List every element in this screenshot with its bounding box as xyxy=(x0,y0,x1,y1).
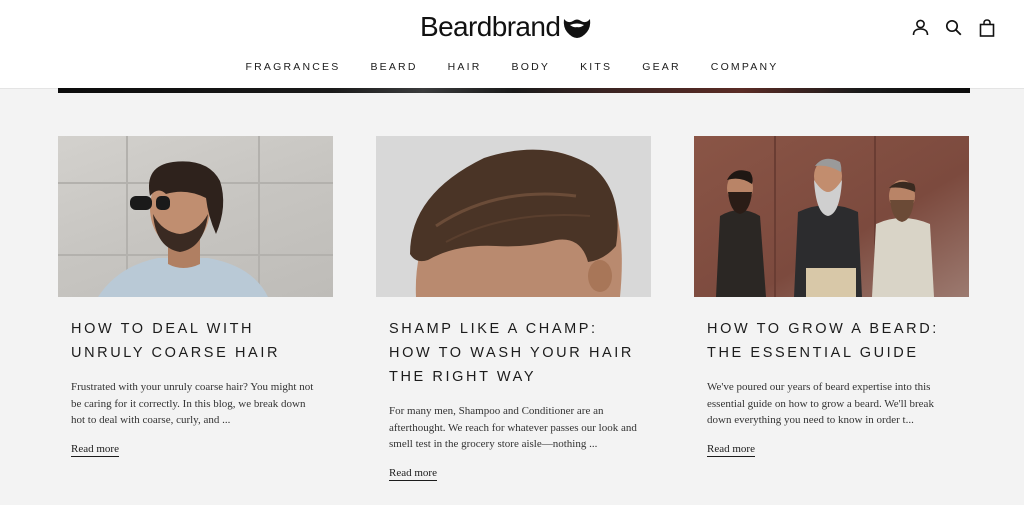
main-nav: FRAGRANCES BEARD HAIR BODY KITS GEAR COM… xyxy=(0,61,1024,73)
article-title-line: HOW TO DEAL WITH xyxy=(71,321,255,337)
nav-item-kits[interactable]: KITS xyxy=(580,61,612,73)
article-title-line: THE ESSENTIAL GUIDE xyxy=(707,345,919,361)
article-excerpt: For many men, Shampoo and Conditioner ar… xyxy=(389,405,637,450)
read-more-link[interactable]: Read more xyxy=(71,443,119,457)
read-more-link[interactable]: Read more xyxy=(389,467,437,481)
brand-name: Beardbrand xyxy=(420,11,561,42)
nav-item-gear[interactable]: GEAR xyxy=(642,61,681,73)
article-title-line: SHAMP LIKE A CHAMP: xyxy=(389,321,598,337)
article-excerpt: We've poured our years of beard expertis… xyxy=(707,381,934,426)
article-image-coarse-hair[interactable] xyxy=(58,136,333,297)
article-title-line: HOW TO GROW A BEARD: xyxy=(707,321,939,337)
search-icon[interactable] xyxy=(944,18,963,37)
article-title-line: UNRULY COARSE HAIR xyxy=(71,345,281,361)
article-title[interactable]: HOW TO DEAL WITH UNRULY COARSE HAIR xyxy=(58,317,333,365)
article-title-line: HOW TO WASH YOUR HAIR xyxy=(389,345,634,361)
article-image-grow-beard[interactable] xyxy=(694,136,969,297)
article-title[interactable]: HOW TO GROW A BEARD: THE ESSENTIAL GUIDE xyxy=(694,317,969,365)
hero-image-strip xyxy=(58,88,970,93)
nav-item-hair[interactable]: HAIR xyxy=(448,61,482,73)
beard-icon xyxy=(564,19,591,38)
nav-item-company[interactable]: COMPANY xyxy=(711,61,779,73)
cart-icon[interactable] xyxy=(977,18,996,37)
article-card: HOW TO GROW A BEARD: THE ESSENTIAL GUIDE… xyxy=(694,136,969,457)
article-excerpt: Frustrated with your unruly coarse hair?… xyxy=(71,381,314,426)
nav-item-beard[interactable]: BEARD xyxy=(370,61,417,73)
article-card: HOW TO DEAL WITH UNRULY COARSE HAIR Frus… xyxy=(58,136,333,457)
site-header: Beardbrand FRAGRANCES BEARD HAIR BODY KI… xyxy=(0,0,1024,89)
header-icons xyxy=(911,18,996,37)
article-image-wash-hair[interactable] xyxy=(376,136,651,297)
article-title[interactable]: SHAMP LIKE A CHAMP: HOW TO WASH YOUR HAI… xyxy=(376,317,651,389)
nav-item-fragrances[interactable]: FRAGRANCES xyxy=(246,61,341,73)
brand-logo[interactable]: Beardbrand xyxy=(420,10,592,44)
nav-item-body[interactable]: BODY xyxy=(512,61,551,73)
read-more-link[interactable]: Read more xyxy=(707,443,755,457)
article-card: SHAMP LIKE A CHAMP: HOW TO WASH YOUR HAI… xyxy=(376,136,651,481)
article-title-line: THE RIGHT WAY xyxy=(389,369,537,385)
account-icon[interactable] xyxy=(911,18,930,37)
